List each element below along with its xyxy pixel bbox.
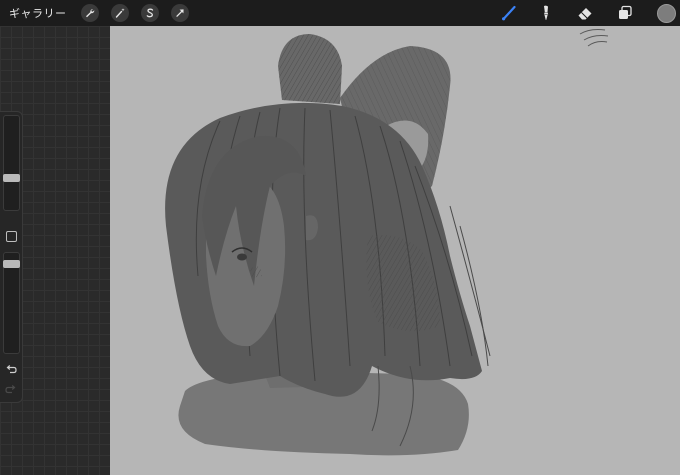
gallery-button[interactable]: ギャラリー <box>9 5 67 21</box>
color-picker-swatch[interactable] <box>657 4 676 23</box>
brush-size-thumb[interactable] <box>3 174 20 182</box>
undo-icon <box>6 365 17 374</box>
smudge-tool-button[interactable] <box>537 4 555 22</box>
adjustments-wand-button[interactable] <box>110 4 129 22</box>
layers-button[interactable] <box>616 4 634 22</box>
smudge-icon <box>544 5 549 20</box>
magic-wand-icon <box>115 8 125 18</box>
actions-wrench-button[interactable] <box>80 4 99 22</box>
undo-button[interactable] <box>4 362 18 376</box>
modify-square-button[interactable] <box>6 231 17 242</box>
redo-button[interactable] <box>4 382 18 396</box>
drawing-canvas[interactable] <box>110 26 680 475</box>
wrench-icon <box>85 9 94 18</box>
selection-s-icon <box>146 8 153 18</box>
opacity-slider[interactable] <box>3 252 20 354</box>
artwork-sketch <box>165 29 609 456</box>
eraser-icon <box>578 8 592 20</box>
brush-size-slider[interactable] <box>3 115 20 211</box>
redo-icon <box>5 385 16 394</box>
layers-icon <box>619 5 632 19</box>
selection-button[interactable] <box>140 4 159 22</box>
transform-button[interactable] <box>170 4 189 22</box>
top-toolbar: ギャラリー <box>0 0 680 26</box>
left-sidebar <box>0 111 23 403</box>
transform-arrow-icon <box>175 9 184 17</box>
eraser-tool-button[interactable] <box>576 4 594 22</box>
brush-icon <box>502 5 516 21</box>
opacity-thumb[interactable] <box>3 260 20 268</box>
brush-tool-button[interactable] <box>500 4 518 22</box>
